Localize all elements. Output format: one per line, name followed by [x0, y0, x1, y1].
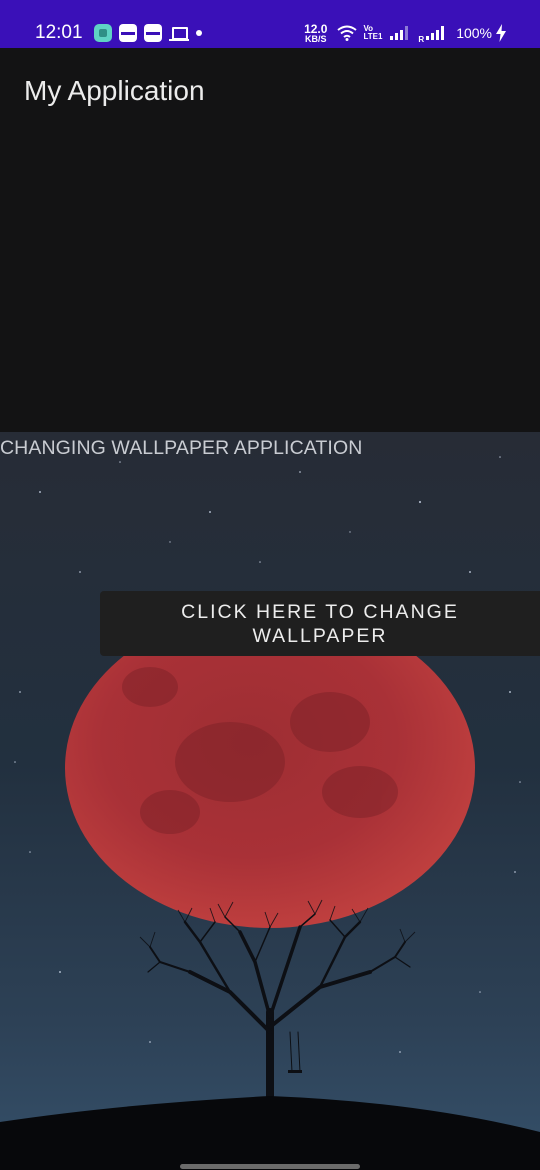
- card-notification-icon: [144, 24, 162, 42]
- app-notification-icon: [94, 24, 112, 42]
- volte-indicator: Vo LTE1: [363, 25, 382, 41]
- volte-bottom-label: LTE1: [363, 32, 383, 41]
- app-bar: My Application: [0, 48, 540, 136]
- more-notifications-dot-icon: [196, 30, 202, 36]
- network-speed-value: 12.0: [304, 21, 328, 36]
- battery-percentage: 100%: [456, 25, 492, 41]
- network-speed-unit: KB/S: [305, 33, 327, 44]
- card-notification-icon: [119, 24, 137, 42]
- wallpaper-caption: CHANGING WALLPAPER APPLICATION: [0, 437, 363, 459]
- charging-bolt-icon: [496, 24, 506, 42]
- app-title: My Application: [24, 75, 205, 106]
- notification-icons: [94, 23, 202, 43]
- change-wallpaper-button[interactable]: CLICK HERE TO CHANGE WALLPAPER: [100, 591, 540, 656]
- signal-strength-icon-2: [426, 26, 446, 40]
- wallpaper-image: [0, 432, 540, 1170]
- wallpaper-illustration: [0, 432, 540, 1170]
- gesture-navigation-bar[interactable]: [180, 1164, 360, 1169]
- wifi-icon: [337, 25, 358, 41]
- status-bar: 12:01 12.0 KB/S Vo LTE1 R 100%: [0, 0, 540, 48]
- network-speed: 12.0 KB/S: [304, 23, 327, 44]
- signal-strength-icon: [390, 26, 410, 40]
- app-screen: 12:01 12.0 KB/S Vo LTE1 R 100% My Applic…: [0, 0, 540, 1170]
- roaming-label: R: [418, 35, 425, 44]
- status-time: 12:01: [35, 22, 83, 43]
- status-indicators: 12.0 KB/S Vo LTE1 R 100%: [304, 22, 506, 44]
- laptop-icon: [169, 24, 189, 42]
